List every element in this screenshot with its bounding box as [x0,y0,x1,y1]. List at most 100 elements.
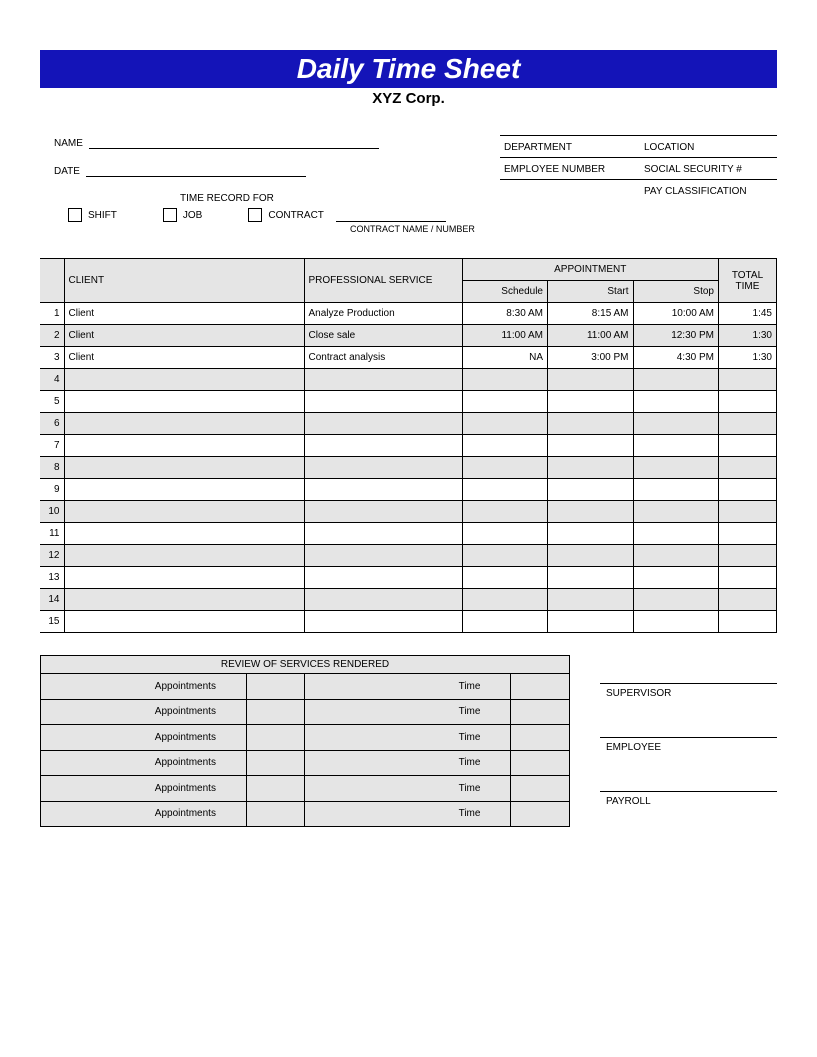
cell-service[interactable] [304,369,462,391]
cell-start[interactable] [548,567,634,589]
cell-client[interactable] [64,457,304,479]
cell-service[interactable] [304,391,462,413]
cell-stop[interactable] [633,413,719,435]
cell-client[interactable] [64,523,304,545]
cell-client[interactable] [64,391,304,413]
cell-client[interactable] [64,413,304,435]
cell-stop[interactable] [633,611,719,633]
cell-service[interactable] [304,413,462,435]
cell-service[interactable] [304,479,462,501]
cell-start[interactable] [548,413,634,435]
cell-schedule[interactable] [462,501,548,523]
cell-stop[interactable] [633,589,719,611]
cell-service[interactable]: Analyze Production [304,303,462,325]
shift-checkbox[interactable] [68,208,82,222]
cell-schedule[interactable] [462,589,548,611]
review-appointments-value[interactable] [246,750,305,776]
cell-stop[interactable]: 4:30 PM [633,347,719,369]
cell-schedule[interactable]: 11:00 AM [462,325,548,347]
contract-input[interactable] [336,208,446,222]
cell-stop[interactable] [633,479,719,501]
cell-stop[interactable]: 10:00 AM [633,303,719,325]
cell-service[interactable] [304,523,462,545]
cell-total[interactable] [719,611,777,633]
cell-total[interactable]: 1:30 [719,347,777,369]
cell-total[interactable] [719,589,777,611]
cell-total[interactable] [719,501,777,523]
cell-client[interactable] [64,567,304,589]
cell-total[interactable] [719,567,777,589]
cell-total[interactable] [719,369,777,391]
cell-start[interactable]: 11:00 AM [548,325,634,347]
cell-start[interactable]: 3:00 PM [548,347,634,369]
cell-schedule[interactable] [462,413,548,435]
review-time-value[interactable] [511,699,570,725]
cell-schedule[interactable] [462,523,548,545]
payroll-signature[interactable]: PAYROLL [600,791,777,827]
cell-stop[interactable] [633,545,719,567]
review-time-value[interactable] [511,776,570,802]
cell-client[interactable] [64,369,304,391]
cell-client[interactable]: Client [64,303,304,325]
cell-client[interactable]: Client [64,347,304,369]
cell-start[interactable] [548,589,634,611]
cell-total[interactable] [719,413,777,435]
employee-signature[interactable]: EMPLOYEE [600,737,777,773]
cell-service[interactable]: Close sale [304,325,462,347]
cell-schedule[interactable] [462,567,548,589]
job-checkbox[interactable] [163,208,177,222]
cell-stop[interactable] [633,391,719,413]
cell-start[interactable]: 8:15 AM [548,303,634,325]
cell-service[interactable] [304,501,462,523]
cell-schedule[interactable] [462,545,548,567]
cell-start[interactable] [548,545,634,567]
cell-start[interactable] [548,369,634,391]
cell-client[interactable] [64,545,304,567]
cell-schedule[interactable] [462,611,548,633]
cell-service[interactable] [304,435,462,457]
cell-client[interactable] [64,435,304,457]
review-time-value[interactable] [511,674,570,700]
cell-stop[interactable] [633,567,719,589]
cell-stop[interactable] [633,369,719,391]
review-time-value[interactable] [511,801,570,827]
review-appointments-value[interactable] [246,725,305,751]
cell-client[interactable] [64,611,304,633]
cell-schedule[interactable] [462,391,548,413]
cell-service[interactable] [304,457,462,479]
cell-start[interactable] [548,611,634,633]
cell-service[interactable] [304,545,462,567]
cell-start[interactable] [548,523,634,545]
cell-total[interactable] [719,435,777,457]
cell-stop[interactable] [633,501,719,523]
cell-stop[interactable] [633,457,719,479]
review-appointments-value[interactable] [246,801,305,827]
cell-client[interactable]: Client [64,325,304,347]
cell-schedule[interactable]: NA [462,347,548,369]
cell-service[interactable]: Contract analysis [304,347,462,369]
cell-schedule[interactable] [462,369,548,391]
cell-start[interactable] [548,479,634,501]
cell-start[interactable] [548,435,634,457]
cell-service[interactable] [304,567,462,589]
cell-total[interactable]: 1:45 [719,303,777,325]
cell-start[interactable] [548,501,634,523]
cell-client[interactable] [64,589,304,611]
cell-schedule[interactable] [462,457,548,479]
cell-total[interactable] [719,391,777,413]
contract-checkbox[interactable] [248,208,262,222]
cell-total[interactable] [719,457,777,479]
cell-service[interactable] [304,611,462,633]
cell-start[interactable] [548,457,634,479]
review-time-value[interactable] [511,750,570,776]
cell-total[interactable] [719,545,777,567]
review-appointments-value[interactable] [246,674,305,700]
cell-client[interactable] [64,479,304,501]
review-appointments-value[interactable] [246,699,305,725]
cell-total[interactable]: 1:30 [719,325,777,347]
review-appointments-value[interactable] [246,776,305,802]
cell-schedule[interactable]: 8:30 AM [462,303,548,325]
cell-stop[interactable]: 12:30 PM [633,325,719,347]
cell-schedule[interactable] [462,435,548,457]
cell-stop[interactable] [633,435,719,457]
